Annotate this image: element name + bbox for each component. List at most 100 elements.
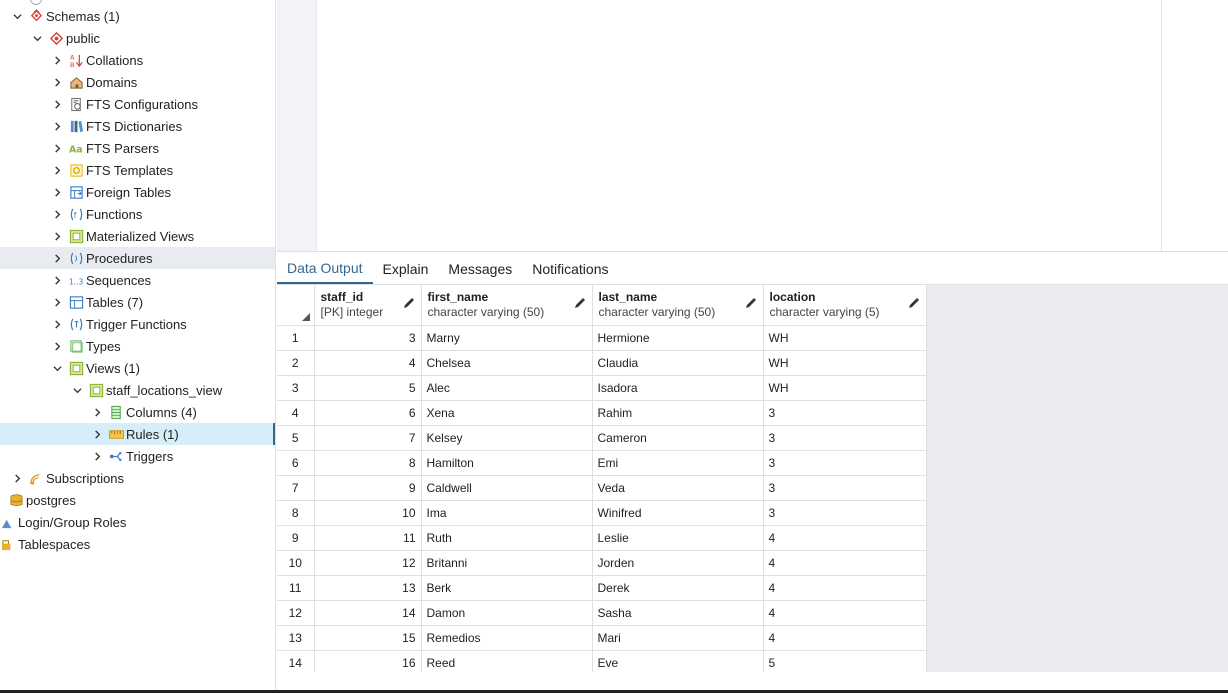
chevron-right-icon[interactable] — [50, 273, 64, 287]
cell-location[interactable]: 4 — [763, 625, 927, 651]
cell-last-name[interactable]: Cameron — [592, 425, 764, 451]
cell-staff-id[interactable]: 12 — [314, 550, 422, 576]
cell-location[interactable]: 3 — [763, 400, 927, 426]
tree-item-domains[interactable]: Domains — [0, 71, 275, 93]
cell-staff-id[interactable]: 5 — [314, 375, 422, 401]
chevron-right-icon[interactable] — [50, 317, 64, 331]
cell-staff-id[interactable]: 15 — [314, 625, 422, 651]
chevron-right-icon[interactable] — [90, 427, 104, 441]
cell-staff-id[interactable]: 4 — [314, 350, 422, 376]
cell-location[interactable]: WH — [763, 375, 927, 401]
row-number[interactable]: 10 — [277, 550, 315, 576]
cell-location[interactable]: 3 — [763, 425, 927, 451]
row-number[interactable]: 13 — [277, 625, 315, 651]
tree-item-triggers[interactable]: Triggers — [0, 445, 275, 467]
chevron-down-icon[interactable] — [50, 361, 64, 375]
query-editor[interactable] — [277, 0, 1228, 252]
chevron-right-icon[interactable] — [50, 75, 64, 89]
tree-item-types[interactable]: Types — [0, 335, 275, 357]
tree-item-collations[interactable]: A B Collations — [0, 49, 275, 71]
cell-last-name[interactable]: Claudia — [592, 350, 764, 376]
edit-pencil-icon[interactable] — [745, 297, 757, 309]
cell-last-name[interactable]: Rahim — [592, 400, 764, 426]
cell-first-name[interactable]: Chelsea — [421, 350, 593, 376]
row-number[interactable]: 8 — [277, 500, 315, 526]
tree-item-columns[interactable]: Columns (4) — [0, 401, 275, 423]
table-row[interactable]: 7 9 Caldwell Veda 3 — [277, 475, 927, 501]
chevron-down-icon[interactable] — [70, 383, 84, 397]
tree-item-rules[interactable]: Rules (1) — [0, 423, 275, 445]
row-number[interactable]: 12 — [277, 600, 315, 626]
tree-item-schemas[interactable]: Schemas (1) — [0, 5, 275, 27]
cell-staff-id[interactable]: 9 — [314, 475, 422, 501]
tree-item-fts-templates[interactable]: FTS Templates — [0, 159, 275, 181]
cell-staff-id[interactable]: 3 — [314, 325, 422, 351]
cell-last-name[interactable]: Veda — [592, 475, 764, 501]
cell-last-name[interactable]: Winifred — [592, 500, 764, 526]
chevron-right-icon[interactable] — [90, 405, 104, 419]
chevron-down-icon[interactable] — [30, 31, 44, 45]
tree-item-public[interactable]: public — [0, 27, 275, 49]
chevron-down-icon[interactable] — [10, 9, 24, 23]
chevron-right-icon[interactable] — [50, 185, 64, 199]
row-number[interactable]: 4 — [277, 400, 315, 426]
chevron-right-icon[interactable] — [50, 97, 64, 111]
tree-item-materialized-views[interactable]: Materialized Views — [0, 225, 275, 247]
cell-location[interactable]: 4 — [763, 550, 927, 576]
table-row[interactable]: 9 11 Ruth Leslie 4 — [277, 525, 927, 551]
cell-last-name[interactable]: Emi — [592, 450, 764, 476]
row-number[interactable]: 2 — [277, 350, 315, 376]
cell-first-name[interactable]: Damon — [421, 600, 593, 626]
cell-location[interactable]: 3 — [763, 450, 927, 476]
tab-explain[interactable]: Explain — [373, 253, 439, 284]
row-number[interactable]: 7 — [277, 475, 315, 501]
chevron-right-icon[interactable] — [50, 119, 64, 133]
tree-item-fts-configurations[interactable]: FTS Configurations — [0, 93, 275, 115]
cell-location[interactable]: WH — [763, 325, 927, 351]
table-row[interactable]: 1 3 Marny Hermione WH — [277, 325, 927, 351]
table-row[interactable]: 3 5 Alec Isadora WH — [277, 375, 927, 401]
cell-first-name[interactable]: Britanni — [421, 550, 593, 576]
cell-staff-id[interactable]: 14 — [314, 600, 422, 626]
table-row[interactable]: 11 13 Berk Derek 4 — [277, 575, 927, 601]
row-number[interactable]: 3 — [277, 375, 315, 401]
cell-last-name[interactable]: Jorden — [592, 550, 764, 576]
cell-location[interactable]: 3 — [763, 500, 927, 526]
tree-item-postgres[interactable]: postgres — [0, 489, 275, 511]
column-header-first-name[interactable]: first_name character varying (50) — [421, 285, 593, 326]
cell-location[interactable]: 4 — [763, 525, 927, 551]
edit-pencil-icon[interactable] — [574, 297, 586, 309]
chevron-right-icon[interactable] — [50, 295, 64, 309]
cell-staff-id[interactable]: 10 — [314, 500, 422, 526]
chevron-right-icon[interactable] — [50, 339, 64, 353]
tree-item-fts-dictionaries[interactable]: FTS Dictionaries — [0, 115, 275, 137]
chevron-right-icon[interactable] — [50, 251, 64, 265]
tree-item-sequences[interactable]: 1..3 Sequences — [0, 269, 275, 291]
tab-messages[interactable]: Messages — [438, 253, 522, 284]
tree-item-trigger-functions[interactable]: Trigger Functions — [0, 313, 275, 335]
table-row[interactable]: 8 10 Ima Winifred 3 — [277, 500, 927, 526]
row-number[interactable]: 5 — [277, 425, 315, 451]
table-row[interactable]: 5 7 Kelsey Cameron 3 — [277, 425, 927, 451]
cell-first-name[interactable]: Alec — [421, 375, 593, 401]
table-row[interactable]: 4 6 Xena Rahim 3 — [277, 400, 927, 426]
cell-first-name[interactable]: Xena — [421, 400, 593, 426]
chevron-right-icon[interactable] — [50, 53, 64, 67]
tab-notifications[interactable]: Notifications — [522, 253, 618, 284]
chevron-right-icon[interactable] — [90, 449, 104, 463]
chevron-right-icon[interactable] — [50, 207, 64, 221]
row-number[interactable]: 6 — [277, 450, 315, 476]
tree-item-fts-parsers[interactable]: Aa FTS Parsers — [0, 137, 275, 159]
table-row[interactable]: 13 15 Remedios Mari 4 — [277, 625, 927, 651]
tree-item-procedures[interactable]: Procedures — [0, 247, 275, 269]
table-row[interactable]: 10 12 Britanni Jorden 4 — [277, 550, 927, 576]
select-all-corner[interactable] — [277, 285, 315, 326]
cell-last-name[interactable]: Mari — [592, 625, 764, 651]
tree-item-tables[interactable]: Tables (7) — [0, 291, 275, 313]
tab-data-output[interactable]: Data Output — [277, 253, 373, 284]
cell-location[interactable]: WH — [763, 350, 927, 376]
cell-first-name[interactable]: Remedios — [421, 625, 593, 651]
cell-staff-id[interactable]: 6 — [314, 400, 422, 426]
cell-staff-id[interactable]: 13 — [314, 575, 422, 601]
row-number[interactable]: 11 — [277, 575, 315, 601]
